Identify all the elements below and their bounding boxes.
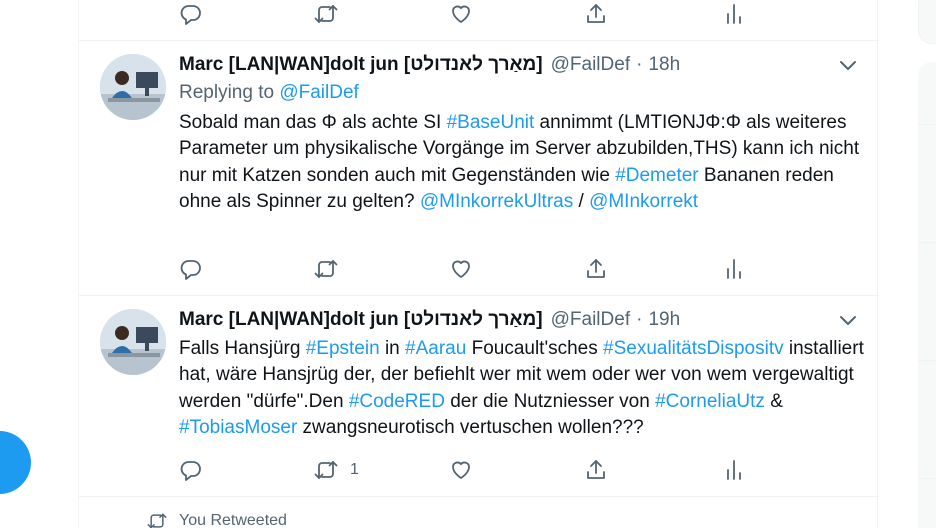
avatar-image [100,54,166,120]
more-options-button[interactable] [836,53,860,77]
tweet-text-segment: der die Nutzniesser von [444,390,656,412]
retweet-icon [314,260,338,278]
compose-tweet-button[interactable] [0,431,31,494]
tweet-time[interactable]: 19h [648,309,680,331]
display-name[interactable]: Marc [LAN|WAN]dolt jun [מאַרך לאנדולט] [179,309,543,331]
tweet-header: Marc [LAN|WAN]dolt jun [מאַרך לאנדולט] @… [179,309,680,333]
replying-to-handle[interactable]: @FailDef [279,82,358,103]
reply-icon [180,260,201,280]
reply-icon [180,5,201,25]
analytics-button[interactable] [722,458,746,482]
like-button[interactable] [449,458,473,482]
tweet-text-segment: in [379,338,406,359]
analytics-icon [727,259,741,279]
tweet-text-segment: zwangsneurotisch vertuschen wollen??? [297,416,644,438]
hashtag-link[interactable]: #Aarau [405,338,466,359]
separator-dot: · [636,54,643,75]
retweet-button[interactable]: 1 [314,458,359,482]
avatar[interactable] [100,309,166,375]
hashtag-link[interactable]: #CorneliaUtz [655,391,765,412]
tweet-divider [79,496,879,497]
mention-link[interactable]: @MInkorrekt [589,191,698,212]
analytics-icon [727,460,741,480]
retweet-count: 1 [350,461,359,478]
replying-to: Replying to @FailDef [179,82,359,104]
replying-prefix: Replying to [179,82,275,103]
reply-button[interactable] [179,458,203,482]
panel-divider [918,242,936,243]
tweet-text-segment: Sobald man das Φ als achte SI [179,112,447,133]
search-box-edge[interactable] [918,0,936,44]
hashtag-link[interactable]: #TobiasMoser [179,417,297,438]
hashtag-link[interactable]: #SexualitätsDispositv [603,338,784,359]
hashtag-link[interactable]: #Demeter [615,165,698,186]
hashtag-link[interactable]: #BaseUnit [447,112,535,133]
separator-dot: · [636,309,643,330]
tweet-text: Falls Hansjürg #Epstein in #Aarau Foucau… [179,336,869,441]
share-icon [587,4,605,23]
reply-button[interactable] [179,257,203,281]
retweet-icon [314,5,338,23]
avatar-image [100,309,166,375]
share-button[interactable] [584,257,608,281]
tweet-text: Sobald man das Φ als achte SI #BaseUnit … [179,110,869,215]
tweet-text-segment: Falls Hansjürg [179,338,306,359]
analytics-button[interactable] [722,2,746,26]
avatar[interactable] [100,54,166,120]
display-name[interactable]: Marc [LAN|WAN]dolt jun [מאַרך לאנדולט] [179,54,543,76]
heart-icon [452,461,470,479]
share-icon [587,460,605,479]
chevron-down-icon [840,316,856,325]
share-button[interactable] [584,458,608,482]
panel-divider [918,124,936,125]
hashtag-link[interactable]: #CodeRED [349,391,445,412]
tweet-text-segment: & [764,390,783,412]
user-handle[interactable]: @FailDef [551,54,630,76]
retweet-button[interactable] [314,257,338,281]
retweet-icon [314,461,338,479]
analytics-icon [727,4,741,24]
tweet-divider [79,40,879,41]
chevron-down-icon [840,61,856,70]
more-options-button[interactable] [836,308,860,332]
tweet-divider [79,295,879,296]
reply-button[interactable] [179,2,203,26]
action-bar: 1 [179,458,759,482]
heart-icon [452,5,470,23]
tweet-text-segment: / [573,190,590,212]
panel-divider [918,478,936,479]
retweeted-indicator: You Retweeted [147,510,287,528]
like-button[interactable] [449,257,473,281]
trends-panel-edge [918,62,936,528]
share-button[interactable] [584,2,608,26]
tweet-time[interactable]: 18h [648,54,680,76]
reply-icon [180,461,201,481]
panel-divider [918,360,936,361]
retweeted-label: You Retweeted [179,512,287,528]
user-handle[interactable]: @FailDef [551,309,630,331]
action-bar [179,2,759,26]
tweet-header: Marc [LAN|WAN]dolt jun [מאַרך לאנדולט] @… [179,54,680,78]
retweet-icon [147,513,167,528]
timeline: Marc [LAN|WAN]dolt jun [מאַרך לאנדולט] @… [78,0,879,528]
retweet-button[interactable] [314,2,338,26]
action-bar [179,257,759,281]
like-button[interactable] [449,2,473,26]
hashtag-link[interactable]: #Epstein [306,338,380,359]
analytics-button[interactable] [722,257,746,281]
mention-link[interactable]: @MInkorrekUltras [420,191,573,212]
heart-icon [452,260,470,278]
tweet-text-segment: Foucault'sches [466,338,604,359]
share-icon [587,259,605,278]
